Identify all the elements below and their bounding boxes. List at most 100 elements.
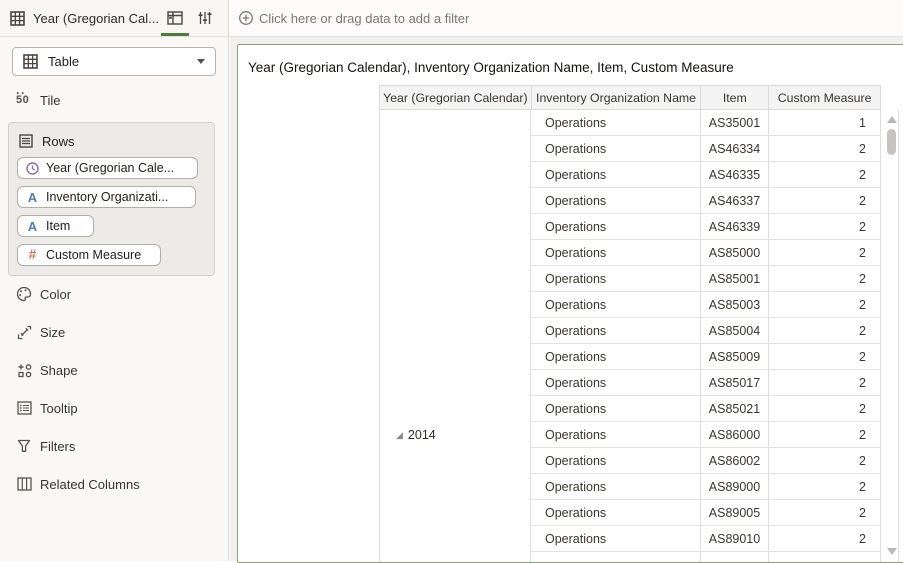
- table-row[interactable]: Operations AS85004 2: [531, 318, 881, 344]
- cell-item[interactable]: AS86000: [701, 422, 769, 447]
- sidebar-item-tile[interactable]: 50 Tile: [16, 89, 60, 111]
- table-row[interactable]: Operations AS86000 2: [531, 422, 881, 448]
- cell-item[interactable]: AS85009: [701, 344, 769, 369]
- column-header-year[interactable]: Year (Gregorian Calendar): [380, 86, 532, 109]
- cell-item[interactable]: AS85021: [701, 396, 769, 421]
- vertical-scrollbar[interactable]: [885, 110, 899, 561]
- cell-item[interactable]: AS46337: [701, 188, 769, 213]
- cell-item[interactable]: AS85000: [701, 240, 769, 265]
- cell-measure[interactable]: 2: [769, 474, 881, 499]
- cell-org[interactable]: Operations: [531, 344, 701, 369]
- table-row[interactable]: Operations AS85003 2: [531, 292, 881, 318]
- table-row[interactable]: Operations AS89005 2: [531, 500, 881, 526]
- sidebar-item-filters[interactable]: Filters: [0, 427, 228, 465]
- table-row[interactable]: Operations AS85017 2: [531, 370, 881, 396]
- table-visualization[interactable]: Year (Gregorian Calendar), Inventory Org…: [237, 44, 903, 563]
- cell-org[interactable]: Operations: [531, 188, 701, 213]
- table-row[interactable]: Operations AS85000 2: [531, 240, 881, 266]
- table-row[interactable]: Operations AS46339 2: [531, 214, 881, 240]
- table-row[interactable]: Operations AS46334 2: [531, 136, 881, 162]
- size-icon: [16, 324, 32, 340]
- cell-measure[interactable]: 2: [769, 370, 881, 395]
- scroll-up-arrow-icon[interactable]: [887, 116, 897, 123]
- cell-org[interactable]: Operations: [531, 422, 701, 447]
- column-header-item[interactable]: Item: [701, 86, 769, 109]
- sidebar-item-size[interactable]: Size: [0, 313, 228, 351]
- cell-measure[interactable]: 2: [769, 188, 881, 213]
- cell-item[interactable]: AS46335: [701, 162, 769, 187]
- rows-drop-target[interactable]: Rows Year (Gregorian Cale... A Inventory…: [8, 122, 215, 276]
- viz-type-selector[interactable]: Table: [12, 47, 216, 76]
- properties-sliders-icon-button[interactable]: [190, 0, 220, 36]
- cell-item[interactable]: AS89005: [701, 500, 769, 525]
- table-row[interactable]: Operations AS46335 2: [531, 162, 881, 188]
- cell-org[interactable]: Operations: [531, 266, 701, 291]
- table-row[interactable]: Operations AS89010 2: [531, 526, 881, 552]
- cell-org[interactable]: Operations: [531, 396, 701, 421]
- cell-org[interactable]: Operations: [531, 500, 701, 525]
- scrollbar-thumb[interactable]: [887, 129, 896, 155]
- cell-item[interactable]: AS35001: [701, 110, 769, 135]
- cell-measure[interactable]: 2: [769, 526, 881, 551]
- cell-measure[interactable]: 2: [769, 318, 881, 343]
- scroll-down-arrow-icon[interactable]: [887, 548, 897, 555]
- cell-item[interactable]: AS46339: [701, 214, 769, 239]
- cell-org[interactable]: Operations: [531, 474, 701, 499]
- year-group-cell[interactable]: ◢ 2014: [396, 428, 436, 442]
- cell-org[interactable]: Operations: [531, 448, 701, 473]
- cell-measure[interactable]: 2: [769, 136, 881, 161]
- pill-custom-measure[interactable]: # Custom Measure: [17, 244, 161, 266]
- viz-tab[interactable]: Year (Gregorian Cal...: [0, 0, 229, 37]
- sidebar-item-shape[interactable]: Shape: [0, 351, 228, 389]
- cell-item[interactable]: AS85017: [701, 370, 769, 395]
- cell-item[interactable]: AS89010: [701, 526, 769, 551]
- cell-item[interactable]: AS89000: [701, 474, 769, 499]
- cell-item[interactable]: AS85003: [701, 292, 769, 317]
- cell-item[interactable]: AS46334: [701, 136, 769, 161]
- pill-year-gregorian-calendar[interactable]: Year (Gregorian Cale...: [17, 157, 198, 179]
- cell-measure[interactable]: 1: [769, 110, 881, 135]
- table-row[interactable]: Operations AS85021 2: [531, 396, 881, 422]
- cell-measure[interactable]: 2: [769, 240, 881, 265]
- cell-org[interactable]: Operations: [531, 162, 701, 187]
- cell-measure[interactable]: 2: [769, 422, 881, 447]
- cell-item[interactable]: AS86002: [701, 448, 769, 473]
- collapse-triangle-icon[interactable]: ◢: [396, 431, 403, 440]
- cell-org[interactable]: Operations: [531, 370, 701, 395]
- cell-measure[interactable]: 2: [769, 162, 881, 187]
- cell-org[interactable]: Operations: [531, 214, 701, 239]
- column-header-measure[interactable]: Custom Measure: [769, 86, 881, 109]
- cell-org[interactable]: Operations: [531, 318, 701, 343]
- cell-measure[interactable]: 2: [769, 396, 881, 421]
- table-row[interactable]: Operations AS86002 2: [531, 448, 881, 474]
- cell-measure[interactable]: 2: [769, 448, 881, 473]
- sidebar-item-color[interactable]: Color: [0, 275, 228, 313]
- sidebar-item-related-columns[interactable]: Related Columns: [0, 465, 228, 503]
- column-header-org[interactable]: Inventory Organization Name: [532, 86, 702, 109]
- cell-measure[interactable]: 2: [769, 266, 881, 291]
- grammar-panel-button[interactable]: [160, 0, 190, 36]
- cell-org[interactable]: Operations: [531, 136, 701, 161]
- sidebar-item-tooltip[interactable]: Tooltip: [0, 389, 228, 427]
- table-row[interactable]: Operations AS35001 1: [531, 110, 881, 136]
- cell-org[interactable]: Operations: [531, 240, 701, 265]
- pill-inventory-organization[interactable]: A Inventory Organizati...: [17, 186, 196, 208]
- add-filter-plus-icon[interactable]: [235, 7, 257, 29]
- viz-type-value: Table: [48, 54, 197, 69]
- table-row[interactable]: Operations AS85001 2: [531, 266, 881, 292]
- cell-org[interactable]: Operations: [531, 526, 701, 551]
- table-row[interactable]: Operations AS89000 2: [531, 474, 881, 500]
- drop-item-label: Size: [40, 325, 65, 340]
- cell-org[interactable]: Operations: [531, 110, 701, 135]
- cell-measure[interactable]: 2: [769, 500, 881, 525]
- cell-measure[interactable]: 2: [769, 214, 881, 239]
- cell-measure[interactable]: 2: [769, 292, 881, 317]
- table-row[interactable]: Operations AS46337 2: [531, 188, 881, 214]
- pill-item[interactable]: A Item: [17, 215, 94, 237]
- cell-measure[interactable]: 2: [769, 344, 881, 369]
- filter-bar[interactable]: Click here or drag data to add a filter: [229, 0, 903, 37]
- cell-item[interactable]: AS85004: [701, 318, 769, 343]
- cell-item[interactable]: AS85001: [701, 266, 769, 291]
- cell-org[interactable]: Operations: [531, 292, 701, 317]
- table-row[interactable]: Operations AS85009 2: [531, 344, 881, 370]
